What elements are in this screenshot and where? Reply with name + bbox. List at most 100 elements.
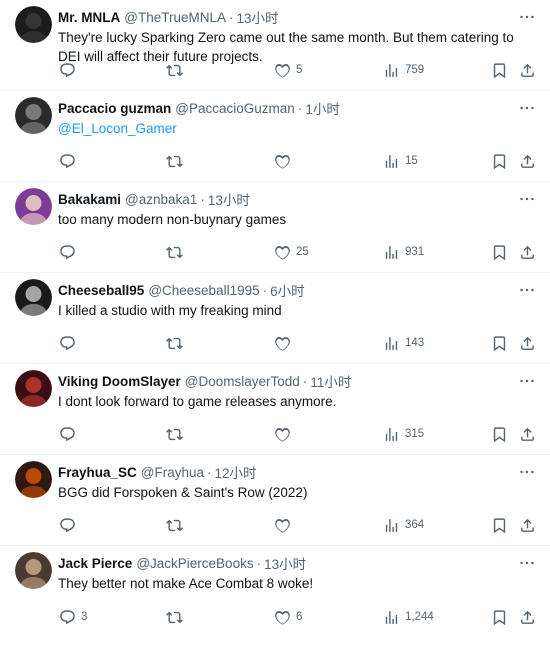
more-options-icon[interactable] (518, 555, 536, 571)
timestamp[interactable]: 13小时 (264, 553, 306, 573)
views-button[interactable]: 1,244 (383, 608, 434, 626)
timestamp[interactable]: 11小时 (310, 371, 351, 391)
tweet-item[interactable]: Bakakami @aznbaka1 · 13小时 too many modern no… (0, 182, 550, 273)
reply-count: 3 (81, 611, 88, 623)
tweet-item[interactable]: Paccacio guzman @PaccacioGuzman · 1小时 @El_Lo… (0, 91, 550, 182)
display-name[interactable]: Viking DoomSlayer (58, 374, 181, 389)
like-button[interactable] (274, 516, 296, 534)
reply-button[interactable] (59, 334, 81, 352)
user-handle[interactable]: @PaccacioGuzman (175, 101, 295, 116)
retweet-button[interactable] (166, 608, 188, 626)
avatar[interactable] (15, 6, 52, 43)
bookmark-button[interactable] (491, 61, 508, 79)
share-icon (519, 426, 536, 443)
bookmark-button[interactable] (491, 425, 508, 443)
user-handle[interactable]: @TheTrueMNLA (124, 10, 226, 25)
share-button[interactable] (519, 334, 536, 352)
like-button[interactable] (274, 425, 296, 443)
retweet-button[interactable] (166, 152, 188, 170)
bookmark-button[interactable] (491, 243, 508, 261)
retweet-button[interactable] (166, 334, 188, 352)
views-button[interactable]: 759 (383, 61, 424, 79)
views-button[interactable]: 931 (383, 243, 424, 261)
timestamp[interactable]: 1小时 (305, 98, 340, 118)
views-button[interactable]: 143 (383, 334, 424, 352)
more-options-icon[interactable] (518, 9, 536, 25)
tweet-item[interactable]: Mr. MNLA @TheTrueMNLA · 13小时 They're lucky S… (0, 0, 550, 91)
reply-button[interactable] (59, 516, 81, 534)
retweet-button[interactable] (166, 243, 188, 261)
tweet-text: BGG did Forspoken & Saint's Row (2022) (58, 485, 308, 500)
display-name[interactable]: Jack Pierce (58, 556, 132, 571)
share-button[interactable] (519, 608, 536, 626)
more-options-icon[interactable] (518, 464, 536, 480)
reply-button[interactable] (59, 61, 81, 79)
reply-button[interactable] (59, 152, 81, 170)
like-count: 6 (296, 611, 303, 623)
bar-chart-icon (383, 335, 400, 352)
share-button[interactable] (519, 425, 536, 443)
avatar[interactable] (15, 552, 52, 589)
display-name[interactable]: Cheeseball95 (58, 283, 144, 298)
view-count: 15 (405, 155, 418, 167)
retweet-button[interactable] (166, 425, 188, 443)
share-button[interactable] (519, 61, 536, 79)
display-name[interactable]: Mr. MNLA (58, 10, 120, 25)
timestamp[interactable]: 13小时 (208, 189, 250, 209)
bookmark-icon (491, 517, 508, 534)
user-handle[interactable]: @Frayhua (141, 465, 204, 480)
reply-button[interactable] (59, 243, 81, 261)
share-button[interactable] (519, 516, 536, 534)
like-button[interactable]: 25 (274, 243, 309, 261)
tweet-item[interactable]: Viking DoomSlayer @DoomslayerTodd · 11小时 I d… (0, 364, 550, 455)
more-options-icon[interactable] (518, 100, 536, 116)
tweet-text: They better not make Ace Combat 8 woke! (58, 576, 314, 591)
like-button[interactable] (274, 334, 296, 352)
reply-button[interactable] (59, 425, 81, 443)
user-handle[interactable]: @DoomslayerTodd (185, 374, 300, 389)
display-name[interactable]: Bakakami (58, 192, 121, 207)
bookmark-button[interactable] (491, 516, 508, 534)
display-name[interactable]: Paccacio guzman (58, 101, 171, 116)
bar-chart-icon (383, 153, 400, 170)
reply-feed: Mr. MNLA @TheTrueMNLA · 13小时 They're lucky S… (0, 0, 550, 637)
views-button[interactable]: 315 (383, 425, 424, 443)
tweet-item[interactable]: Frayhua_SC @Frayhua · 12小时 BGG did Forspoken… (0, 455, 550, 546)
bookmark-button[interactable] (491, 334, 508, 352)
share-button[interactable] (519, 243, 536, 261)
avatar[interactable] (15, 188, 52, 225)
timestamp[interactable]: 13小时 (236, 7, 278, 27)
tweet-actions: 15 (59, 152, 536, 170)
avatar[interactable] (15, 370, 52, 407)
like-button[interactable] (274, 152, 296, 170)
views-button[interactable]: 15 (383, 152, 418, 170)
tweet-item[interactable]: Jack Pierce @JackPierceBooks · 13小时 They bet… (0, 546, 550, 637)
avatar[interactable] (15, 461, 52, 498)
avatar[interactable] (15, 97, 52, 134)
timestamp[interactable]: 12小时 (215, 462, 257, 482)
retweet-button[interactable] (166, 61, 188, 79)
retweet-button[interactable] (166, 516, 188, 534)
separator-dot: · (228, 9, 234, 25)
bookmark-button[interactable] (491, 152, 508, 170)
bookmark-button[interactable] (491, 608, 508, 626)
tweet-item[interactable]: Cheeseball95 @Cheeseball1995 · 6小时 I killed … (0, 273, 550, 364)
user-handle[interactable]: @JackPierceBooks (136, 556, 253, 571)
display-name[interactable]: Frayhua_SC (58, 465, 137, 480)
user-handle[interactable]: @Cheeseball1995 (148, 283, 259, 298)
tweet-text: I killed a studio with my freaking mind (58, 303, 282, 318)
more-options-icon[interactable] (518, 191, 536, 207)
timestamp[interactable]: 6小时 (270, 280, 305, 300)
more-options-icon[interactable] (518, 373, 536, 389)
views-button[interactable]: 364 (383, 516, 424, 534)
user-handle[interactable]: @aznbaka1 (125, 192, 197, 207)
share-button[interactable] (519, 152, 536, 170)
reply-icon (59, 244, 76, 261)
tweet-text[interactable]: @El_Locon_Gamer (58, 119, 534, 138)
reply-button[interactable]: 3 (59, 608, 87, 626)
like-button[interactable]: 5 (274, 61, 302, 79)
like-button[interactable]: 6 (274, 608, 302, 626)
avatar[interactable] (15, 279, 52, 316)
bookmark-icon (491, 426, 508, 443)
more-options-icon[interactable] (518, 282, 536, 298)
